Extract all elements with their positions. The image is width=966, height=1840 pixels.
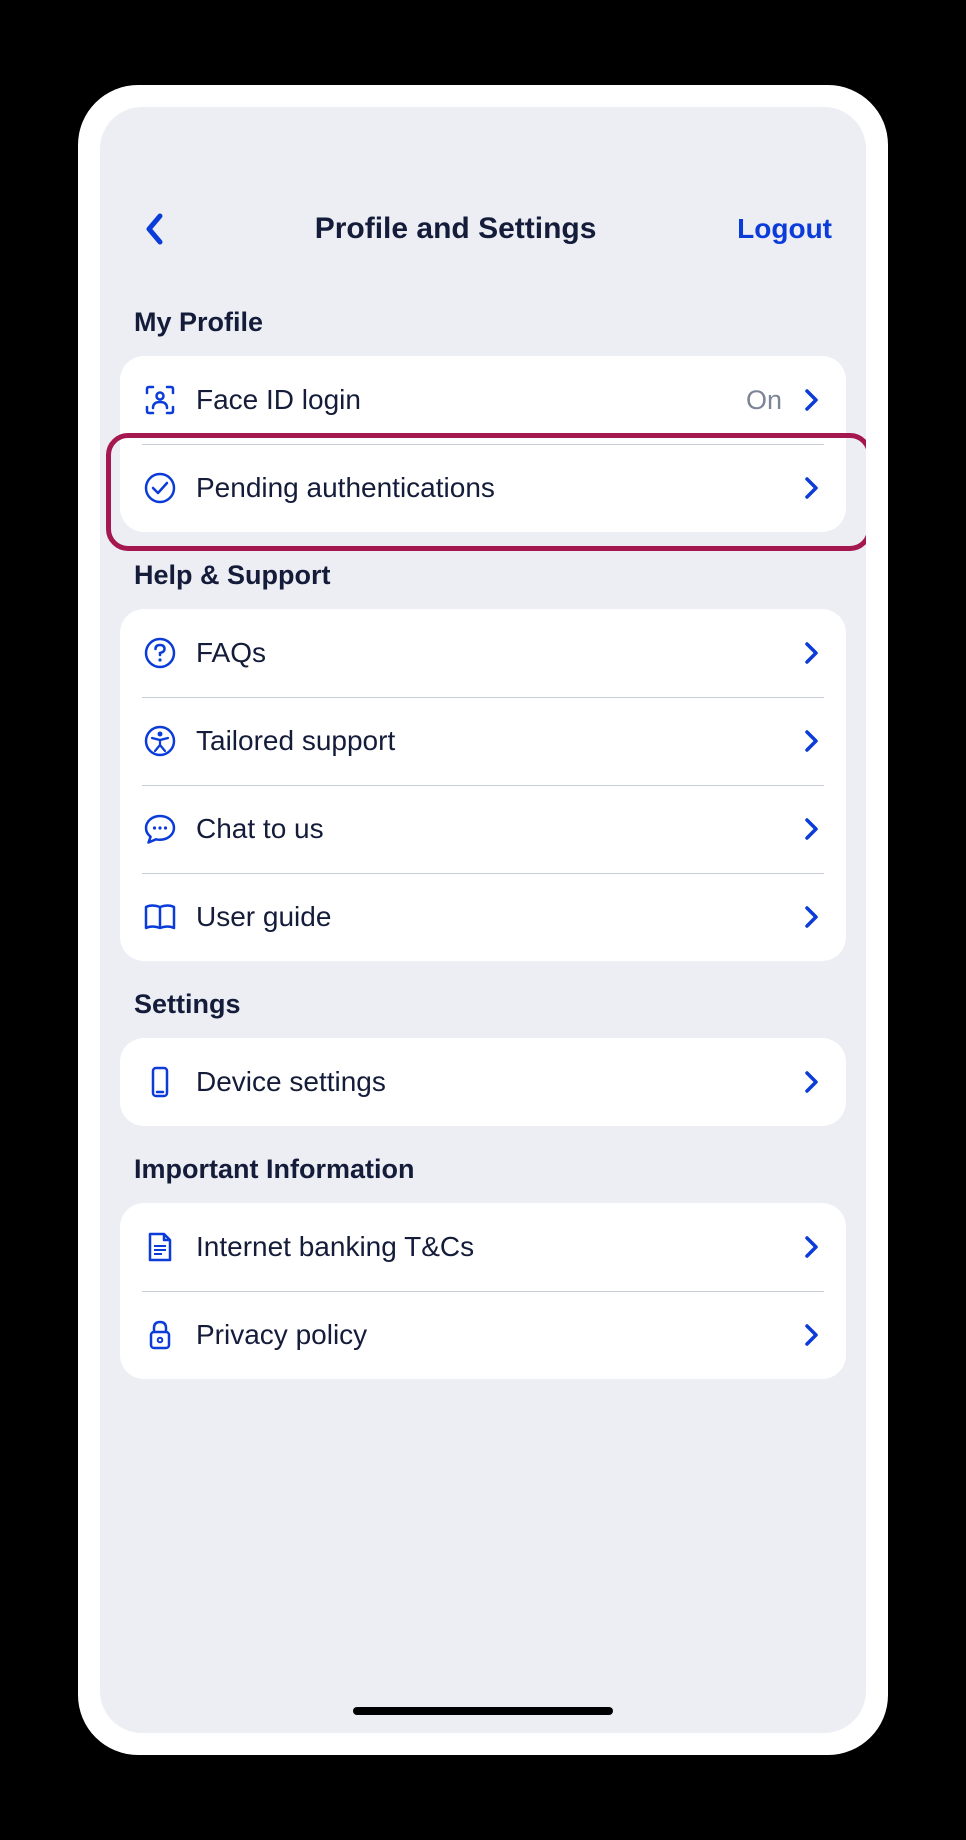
chevron-left-icon <box>144 212 164 246</box>
row-value: On <box>746 385 782 416</box>
row-label: Device settings <box>196 1066 782 1098</box>
row-label: Internet banking T&Cs <box>196 1231 782 1263</box>
phone-frame: Profile and Settings Logout My Profile F… <box>78 85 888 1755</box>
chevron-right-icon <box>800 817 824 841</box>
chevron-right-icon <box>800 1323 824 1347</box>
card-profile: Face ID login On Pending authentications <box>120 356 846 532</box>
chevron-right-icon <box>800 388 824 412</box>
row-tcs[interactable]: Internet banking T&Cs <box>120 1203 846 1291</box>
row-label: Privacy policy <box>196 1319 782 1351</box>
row-device-settings[interactable]: Device settings <box>120 1038 846 1126</box>
chevron-right-icon <box>800 476 824 500</box>
back-button[interactable] <box>134 209 174 249</box>
row-label: Pending authentications <box>196 472 782 504</box>
card-help: FAQs Tailored support <box>120 609 846 961</box>
row-privacy[interactable]: Privacy policy <box>120 1291 846 1379</box>
logout-button[interactable]: Logout <box>737 213 832 245</box>
chevron-right-icon <box>800 905 824 929</box>
row-tailored-support[interactable]: Tailored support <box>120 697 846 785</box>
card-important: Internet banking T&Cs Privacy policy <box>120 1203 846 1379</box>
question-circle-icon <box>142 635 178 671</box>
row-label: FAQs <box>196 637 782 669</box>
row-faceid[interactable]: Face ID login On <box>120 356 846 444</box>
card-settings: Device settings <box>120 1038 846 1126</box>
lock-icon <box>142 1317 178 1353</box>
page-title: Profile and Settings <box>174 212 737 246</box>
row-label: Chat to us <box>196 813 782 845</box>
accessibility-icon <box>142 723 178 759</box>
face-id-icon <box>142 382 178 418</box>
document-icon <box>142 1229 178 1265</box>
content: My Profile Face ID login On <box>100 279 866 1733</box>
chevron-right-icon <box>800 1070 824 1094</box>
chevron-right-icon <box>800 1235 824 1259</box>
row-pending-auth[interactable]: Pending authentications <box>120 444 846 532</box>
screen: Profile and Settings Logout My Profile F… <box>100 107 866 1733</box>
row-label: Face ID login <box>196 384 728 416</box>
row-faqs[interactable]: FAQs <box>120 609 846 697</box>
book-icon <box>142 899 178 935</box>
chevron-right-icon <box>800 729 824 753</box>
header: Profile and Settings Logout <box>100 159 866 279</box>
chat-icon <box>142 811 178 847</box>
chevron-right-icon <box>800 641 824 665</box>
row-label: Tailored support <box>196 725 782 757</box>
section-title-profile: My Profile <box>120 279 846 356</box>
section-title-important: Important Information <box>120 1126 846 1203</box>
check-circle-icon <box>142 470 178 506</box>
section-title-help: Help & Support <box>120 532 846 609</box>
row-user-guide[interactable]: User guide <box>120 873 846 961</box>
row-chat[interactable]: Chat to us <box>120 785 846 873</box>
home-indicator[interactable] <box>353 1707 613 1715</box>
section-title-settings: Settings <box>120 961 846 1038</box>
phone-icon <box>142 1064 178 1100</box>
row-label: User guide <box>196 901 782 933</box>
